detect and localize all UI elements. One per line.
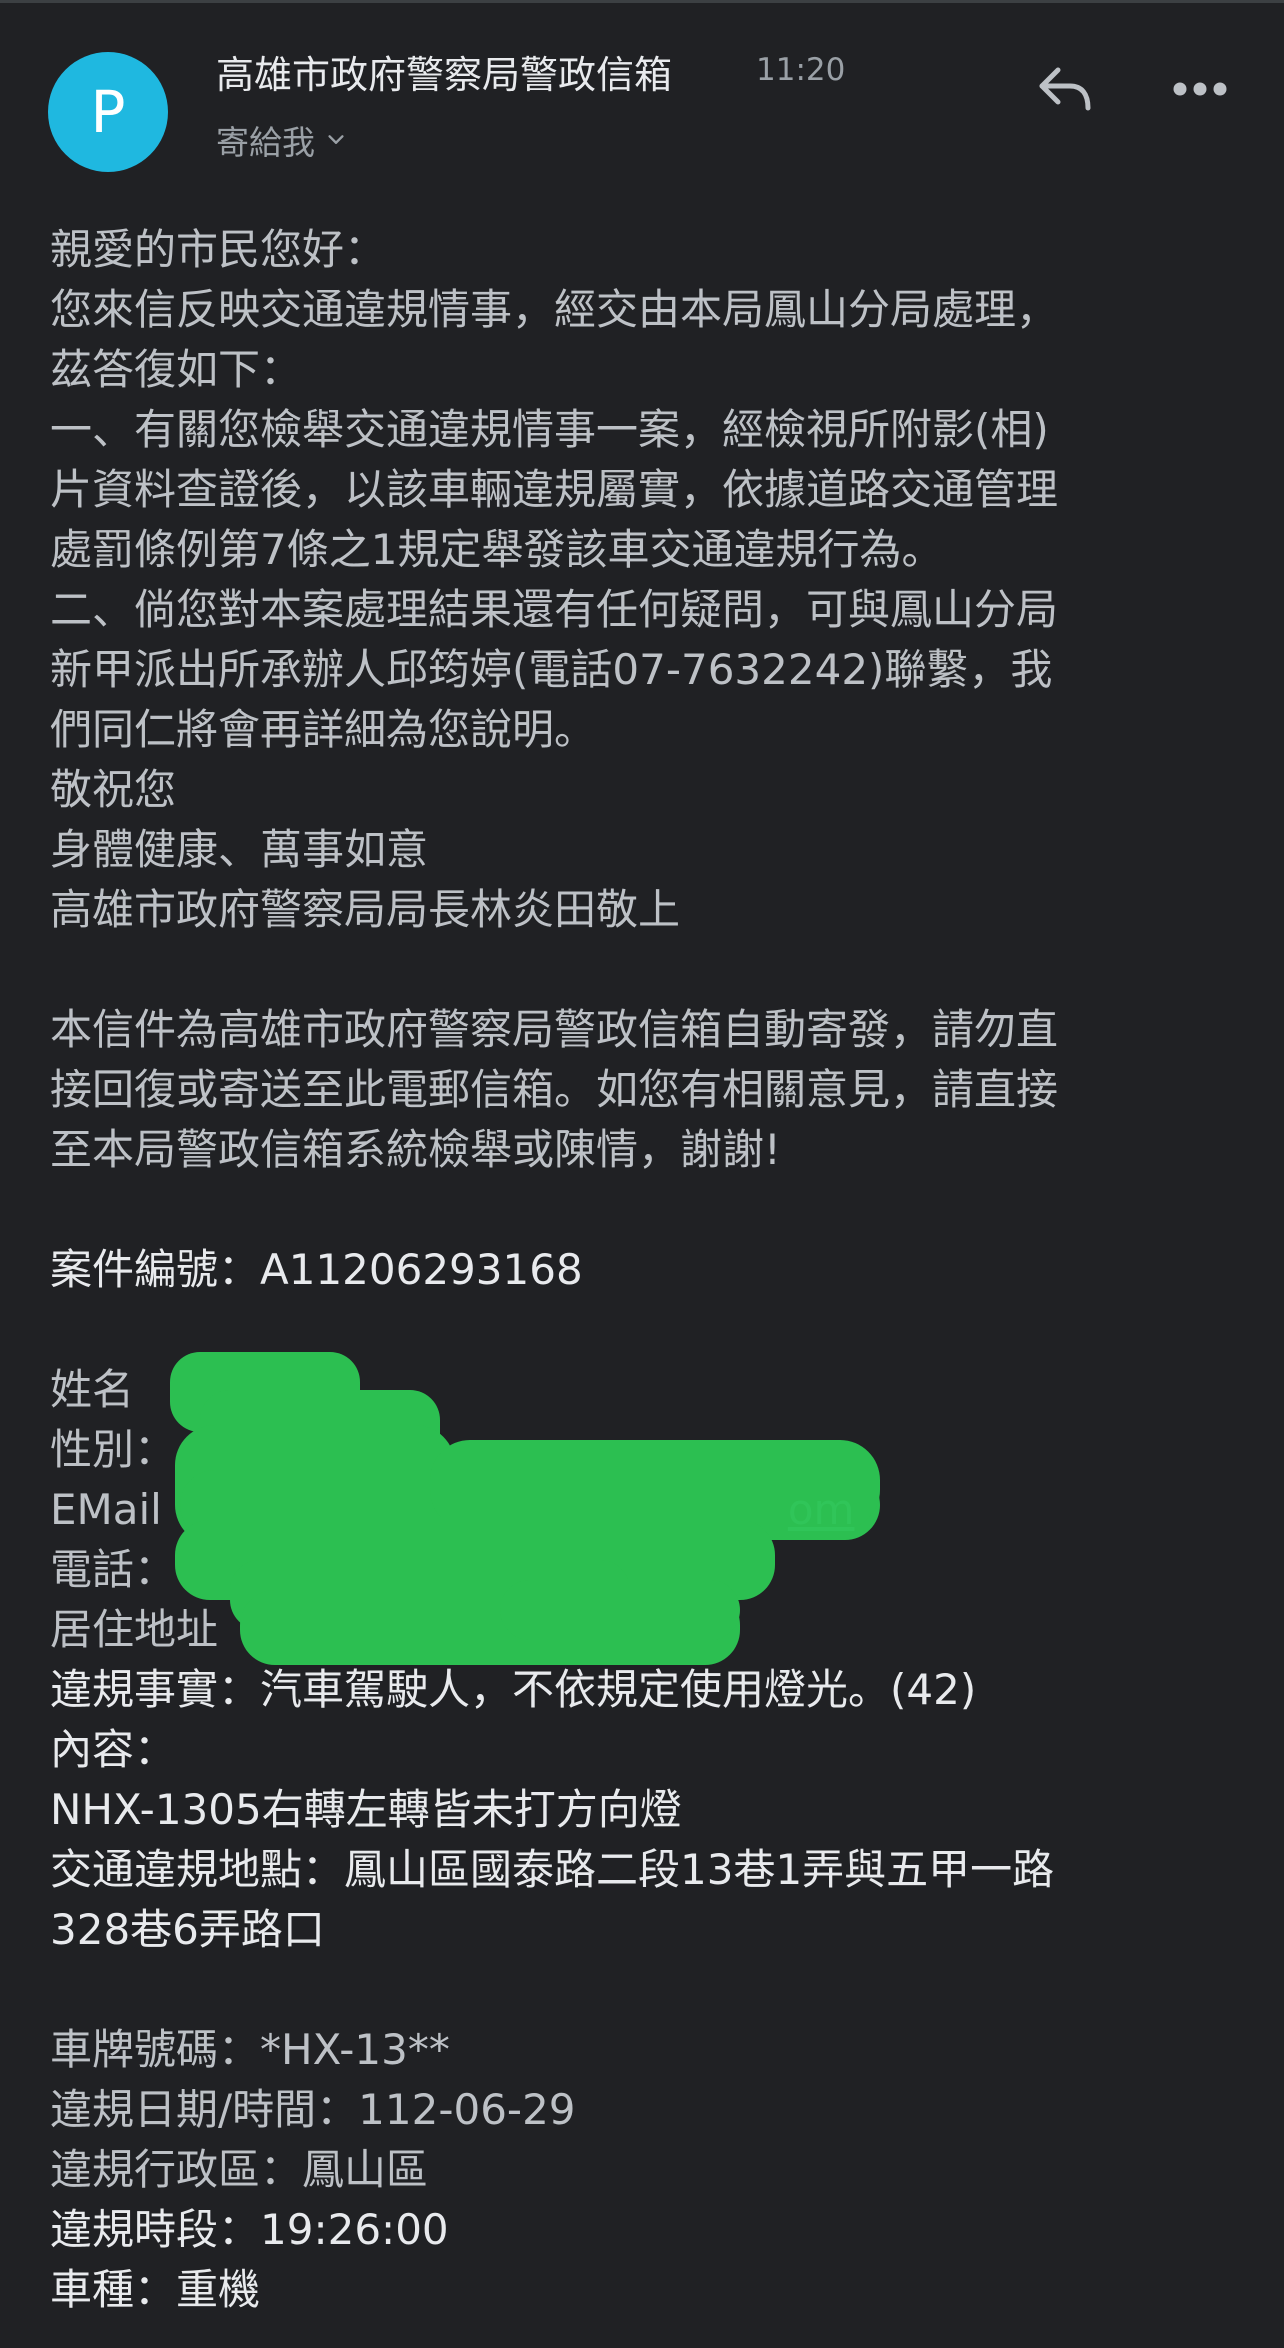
green-redaction-scribble: [170, 1352, 880, 1665]
